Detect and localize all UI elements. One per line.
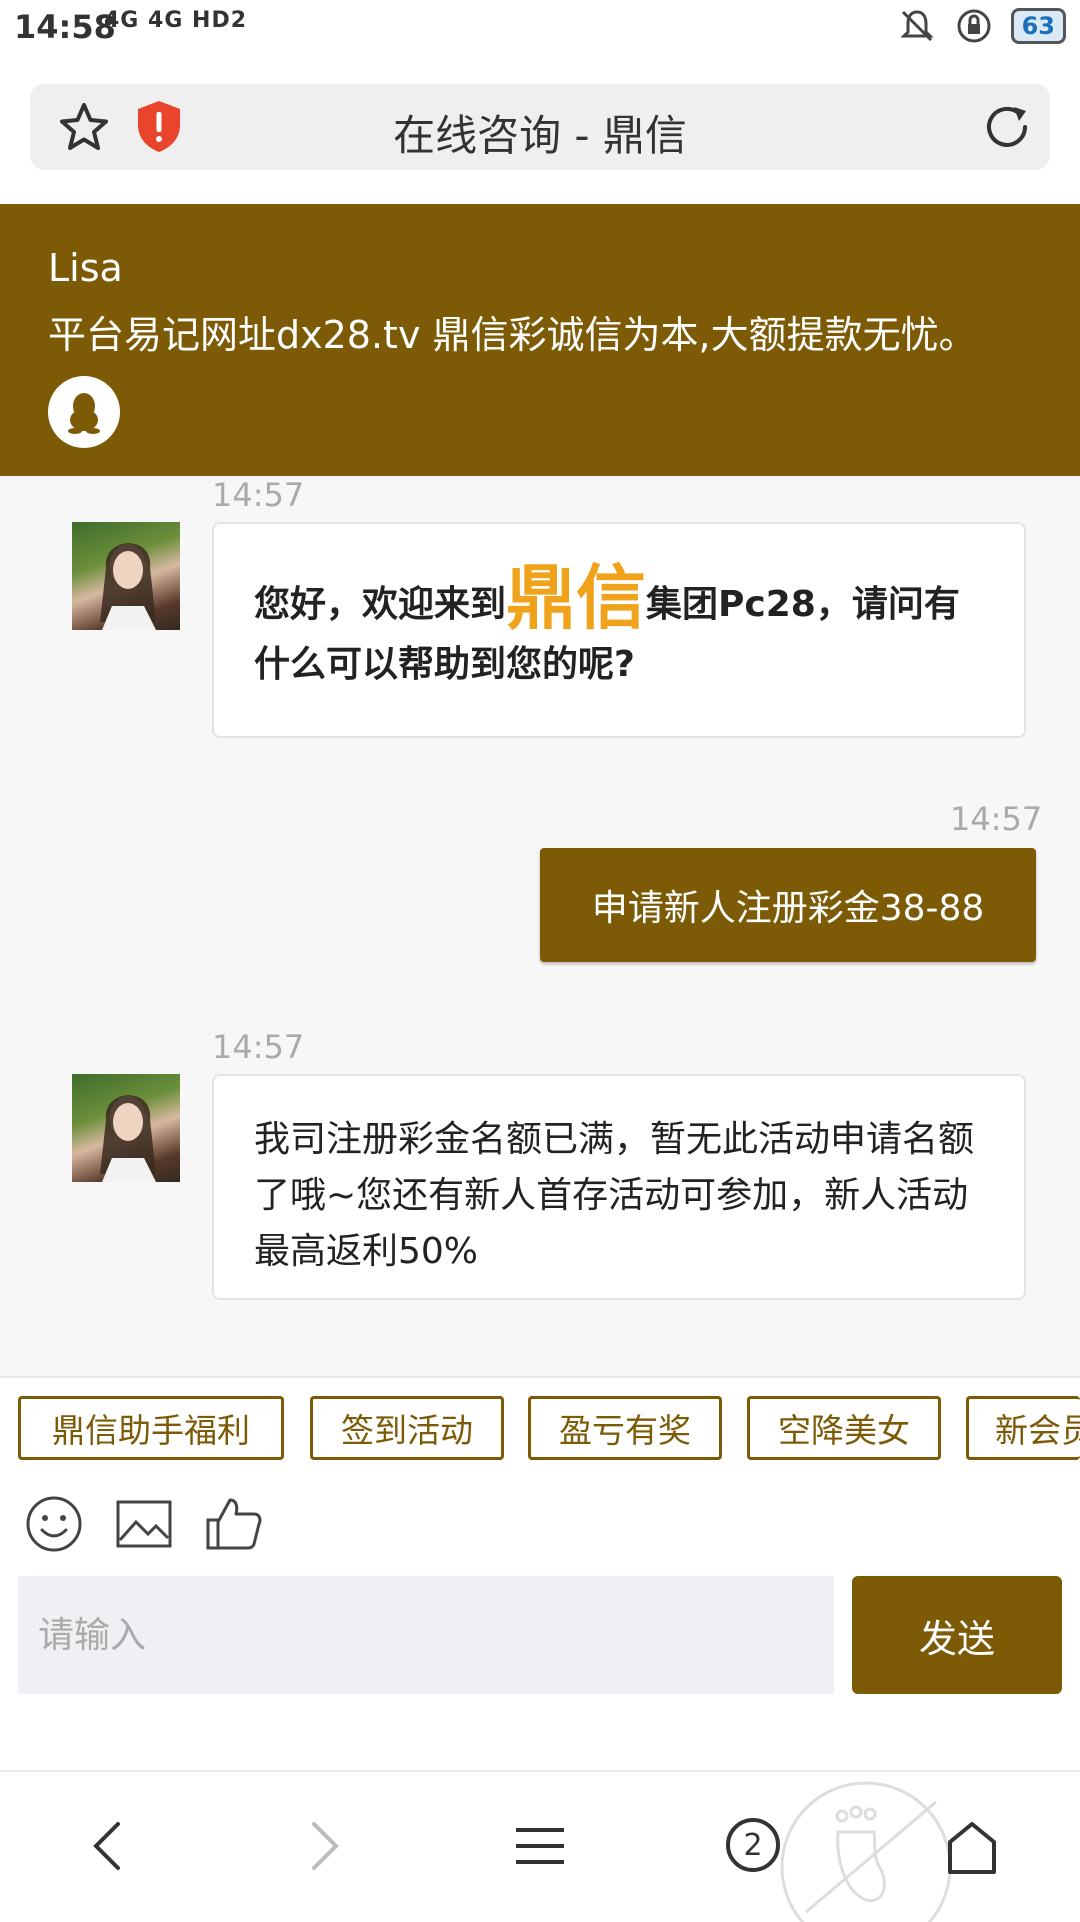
quick-reply-chip[interactable]: 新会员 [966, 1396, 1080, 1460]
quick-reply-chip[interactable]: 鼎信助手福利 [18, 1396, 284, 1460]
status-bar: 14:58 4G 4G HD2 63 [0, 0, 1080, 56]
agent-message-bubble: 我司注册彩金名额已满，暂无此活动申请名额了哦~您还有新人首存活动可参加，新人活动… [212, 1074, 1026, 1300]
quick-reply-chip[interactable]: 空降美女 [747, 1396, 941, 1460]
message-timestamp: 14:57 [212, 476, 305, 514]
agent-avatar [72, 1074, 180, 1182]
menu-icon[interactable] [512, 1818, 568, 1874]
status-time: 14:58 [14, 8, 116, 46]
message-timestamp: 14:57 [212, 1028, 305, 1066]
agent-message-bubble: 您好，欢迎来到鼎信集团Pc28，请问有什么可以帮助到您的呢? [212, 522, 1026, 738]
reload-icon[interactable] [978, 98, 1036, 156]
qq-contact-button[interactable] [48, 376, 120, 448]
signal-indicator: 4G 4G HD2 [104, 8, 248, 33]
message-text: 您好，欢迎来到 [254, 584, 507, 625]
forward-arrow-icon[interactable] [302, 1818, 346, 1874]
tabs-button[interactable]: 2 [726, 1818, 780, 1872]
send-button[interactable]: 发送 [852, 1576, 1062, 1694]
footprint-watermark-icon [780, 1781, 952, 1922]
chat-header: Lisa 平台易记网址dx28.tv 鼎信彩诚信为本,大额提款无忧。 [0, 204, 1080, 476]
battery-indicator: 63 [1010, 8, 1066, 44]
rotation-lock-icon [957, 9, 991, 43]
back-arrow-icon[interactable] [86, 1818, 130, 1874]
status-icons: 63 [897, 6, 1066, 46]
browser-nav-bar [0, 1770, 1080, 1922]
message-text: 申请新人注册彩金38-88 [591, 888, 985, 929]
tab-count: 2 [743, 1827, 763, 1863]
qq-penguin-icon [68, 393, 100, 434]
address-bar[interactable]: 在线咨询 - 鼎信 [30, 84, 1050, 170]
mute-bell-icon [899, 10, 934, 42]
avatar-portrait-icon [100, 543, 156, 630]
user-message-bubble: 申请新人注册彩金38-88 [540, 848, 1036, 962]
home-icon[interactable] [944, 1818, 1000, 1878]
agent-name: Lisa [48, 246, 123, 290]
header-slogan: 平台易记网址dx28.tv 鼎信彩诚信为本,大额提款无忧。 [48, 313, 977, 357]
browser-toolbar: 在线咨询 - 鼎信 [0, 56, 1080, 204]
avatar-portrait-icon [100, 1095, 156, 1182]
thumbs-up-icon[interactable] [204, 1494, 264, 1554]
message-text: 我司注册彩金名额已满，暂无此活动申请名额了哦~您还有新人首存活动可参加，新人活动… [254, 1119, 975, 1272]
message-input[interactable] [18, 1576, 834, 1694]
image-upload-icon[interactable] [114, 1494, 174, 1554]
quick-reply-chip[interactable]: 签到活动 [310, 1396, 504, 1460]
emoji-icon[interactable] [24, 1494, 84, 1554]
agent-avatar [72, 522, 180, 630]
brand-name: 鼎信 [506, 557, 647, 639]
page-title: 在线咨询 - 鼎信 [393, 111, 687, 160]
quick-reply-chip[interactable]: 盈亏有奖 [528, 1396, 722, 1460]
message-timestamp: 14:57 [950, 800, 1043, 838]
